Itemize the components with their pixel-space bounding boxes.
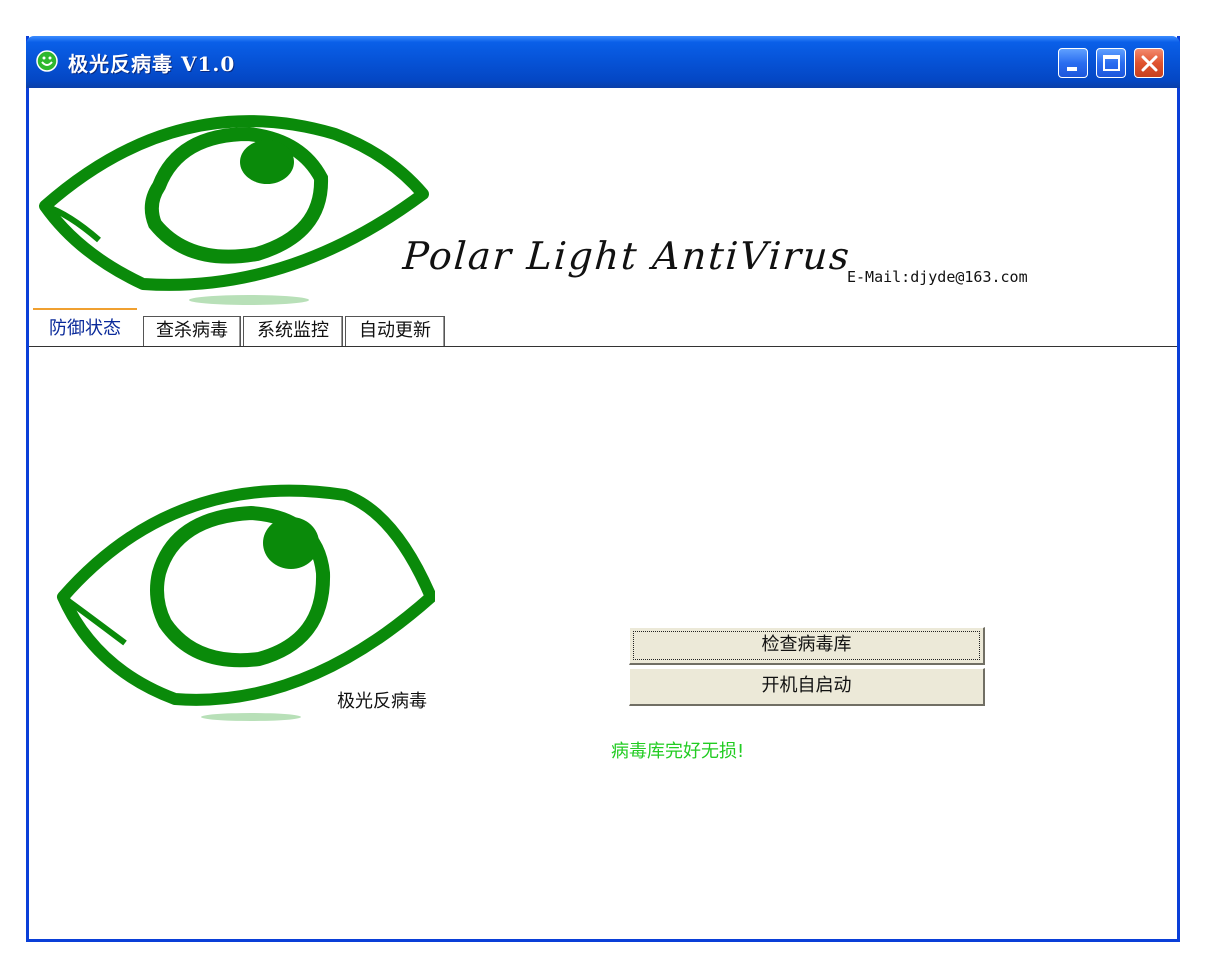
autostart-button[interactable]: 开机自启动 — [629, 668, 985, 706]
contact-email: E-Mail:djyde@163.com — [847, 268, 1028, 286]
tab-virus-scan[interactable]: 查杀病毒 — [143, 316, 241, 346]
eye-logo-icon — [57, 484, 435, 721]
defense-status-panel: 极光反病毒 检查病毒库 开机自启动 病毒库完好无损! — [29, 346, 1177, 939]
tab-defense-status[interactable]: 防御状态 — [33, 308, 137, 348]
autostart-label: 开机自启动 — [761, 675, 852, 696]
maximize-icon — [1103, 55, 1120, 71]
header-banner: Polar Light AntiVirus E-Mail:djyde@163.c… — [29, 88, 1177, 308]
smiley-icon — [36, 50, 58, 72]
db-status-message: 病毒库完好无损! — [611, 741, 745, 762]
window-title: 极光反病毒 V1.0 — [68, 52, 236, 76]
close-button[interactable] — [1134, 48, 1164, 78]
maximize-button[interactable] — [1096, 48, 1126, 78]
tab-system-monitor[interactable]: 系统监控 — [243, 316, 343, 346]
check-virus-db-button[interactable]: 检查病毒库 — [629, 627, 985, 665]
close-icon — [1141, 55, 1158, 72]
minimize-icon — [1067, 67, 1077, 71]
minimize-button[interactable] — [1058, 48, 1088, 78]
tab-auto-update[interactable]: 自动更新 — [345, 316, 445, 346]
focus-ring — [633, 631, 980, 660]
title-bar[interactable]: 极光反病毒 V1.0 — [26, 36, 1180, 88]
brand-name: Polar Light AntiVirus — [401, 234, 853, 278]
app-window: 极光反病毒 V1.0 Polar Light AntiVirus E-Mail:… — [26, 36, 1180, 942]
eye-logo-icon — [39, 115, 429, 305]
logo-caption: 极光反病毒 — [337, 691, 427, 712]
